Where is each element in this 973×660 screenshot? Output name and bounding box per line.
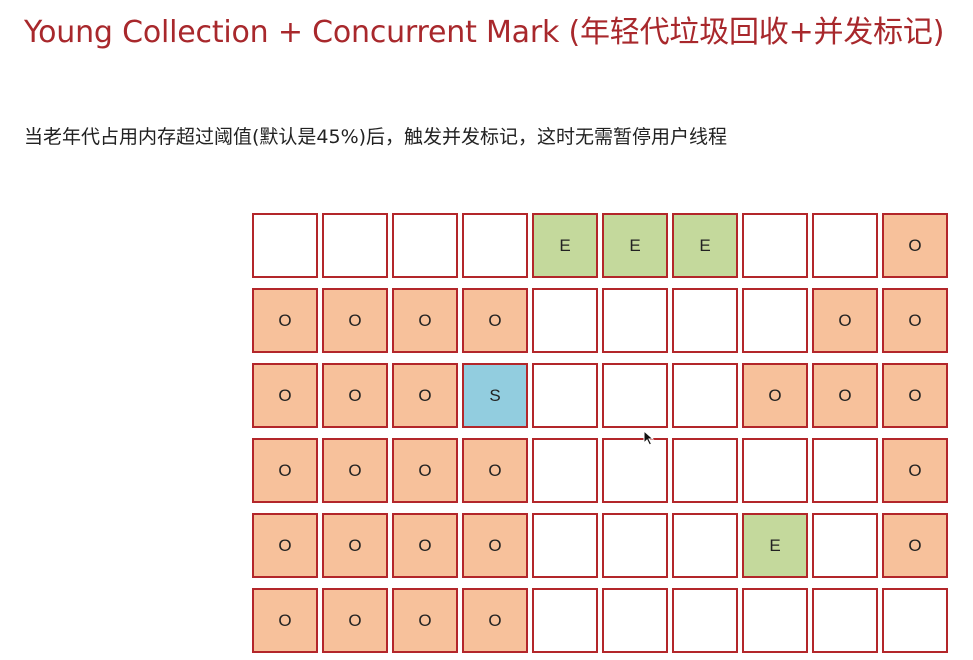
old-region-cell: O (252, 288, 318, 353)
free-region-cell (252, 213, 318, 278)
free-region-cell (672, 363, 738, 428)
old-region-cell: O (322, 438, 388, 503)
eden-region-cell: E (532, 213, 598, 278)
old-region-cell: O (322, 588, 388, 653)
eden-region-cell: E (742, 513, 808, 578)
free-region-cell (602, 513, 668, 578)
survivor-region-cell: S (462, 363, 528, 428)
old-region-cell: O (462, 588, 528, 653)
free-region-cell (532, 288, 598, 353)
old-region-cell: O (252, 588, 318, 653)
free-region-cell (602, 363, 668, 428)
old-region-cell: O (742, 363, 808, 428)
old-region-cell: O (322, 288, 388, 353)
old-region-cell: O (462, 513, 528, 578)
free-region-cell (742, 588, 808, 653)
free-region-cell (602, 438, 668, 503)
heap-region-grid: EEEOOOOOOOOOOSOOOOOOOOOOOOEOOOOO (252, 213, 948, 653)
free-region-cell (742, 438, 808, 503)
free-region-cell (602, 288, 668, 353)
old-region-cell: O (812, 363, 878, 428)
slide-subtitle: 当老年代占用内存超过阈值(默认是45%)后，触发并发标记，这时无需暂停用户线程 (24, 126, 728, 148)
old-region-cell: O (392, 438, 458, 503)
old-region-cell: O (882, 288, 948, 353)
free-region-cell (812, 588, 878, 653)
old-region-cell: O (812, 288, 878, 353)
free-region-cell (812, 513, 878, 578)
old-region-cell: O (462, 288, 528, 353)
free-region-cell (742, 288, 808, 353)
free-region-cell (532, 588, 598, 653)
old-region-cell: O (322, 363, 388, 428)
old-region-cell: O (252, 363, 318, 428)
free-region-cell (532, 438, 598, 503)
free-region-cell (532, 513, 598, 578)
mouse-pointer-icon (643, 430, 655, 446)
free-region-cell (812, 213, 878, 278)
old-region-cell: O (322, 513, 388, 578)
free-region-cell (322, 213, 388, 278)
free-region-cell (882, 588, 948, 653)
eden-region-cell: E (672, 213, 738, 278)
old-region-cell: O (392, 288, 458, 353)
eden-region-cell: E (602, 213, 668, 278)
free-region-cell (462, 213, 528, 278)
slide-title: Young Collection + Concurrent Mark (年轻代垃… (24, 15, 945, 50)
free-region-cell (672, 588, 738, 653)
free-region-cell (602, 588, 668, 653)
old-region-cell: O (882, 438, 948, 503)
free-region-cell (392, 213, 458, 278)
free-region-cell (532, 363, 598, 428)
free-region-cell (672, 438, 738, 503)
old-region-cell: O (392, 588, 458, 653)
old-region-cell: O (882, 363, 948, 428)
old-region-cell: O (392, 513, 458, 578)
old-region-cell: O (882, 513, 948, 578)
free-region-cell (672, 513, 738, 578)
free-region-cell (742, 213, 808, 278)
old-region-cell: O (882, 213, 948, 278)
old-region-cell: O (462, 438, 528, 503)
free-region-cell (812, 438, 878, 503)
old-region-cell: O (252, 438, 318, 503)
free-region-cell (672, 288, 738, 353)
old-region-cell: O (392, 363, 458, 428)
old-region-cell: O (252, 513, 318, 578)
